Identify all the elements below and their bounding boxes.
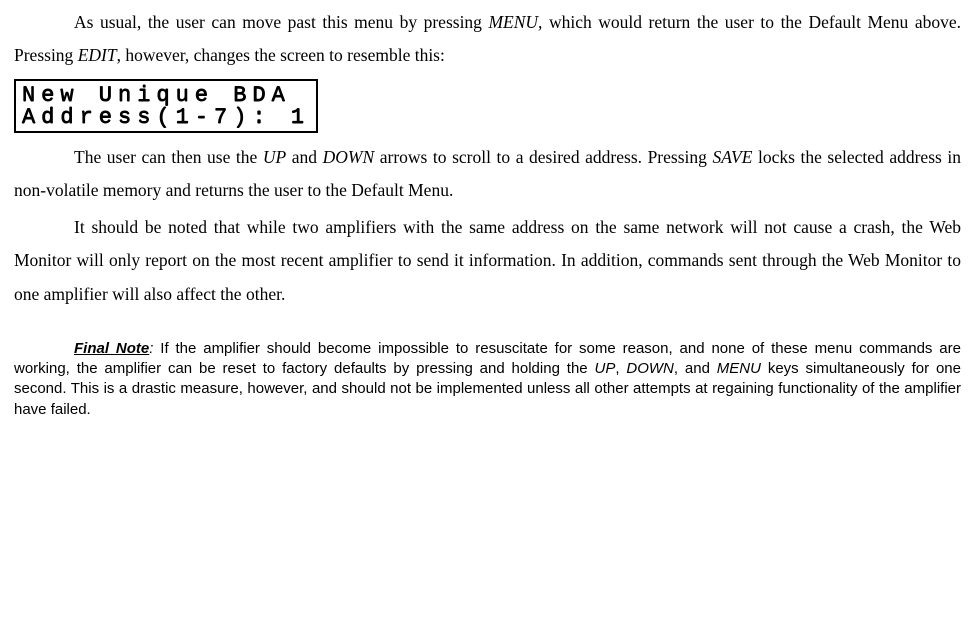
key-down: DOWN — [323, 147, 375, 167]
paragraph-2: The user can then use the UP and DOWN ar… — [14, 141, 961, 208]
key-save: SAVE — [712, 147, 752, 167]
text: As usual, the user can move past this me… — [74, 12, 488, 32]
final-note-label: Final Note — [74, 340, 149, 357]
lcd-screen: New Unique BDA Address(1-7): 1 — [14, 79, 318, 133]
text: The user can then use the — [74, 147, 263, 167]
final-note: Final Note: If the amplifier should beco… — [14, 339, 961, 420]
text: , — [615, 360, 626, 377]
lcd-line-1: New Unique BDA — [22, 85, 310, 107]
text: It should be noted that while two amplif… — [14, 217, 961, 304]
key-menu: MENU — [717, 360, 761, 377]
key-up: UP — [263, 147, 286, 167]
key-up: UP — [595, 360, 616, 377]
key-menu: MENU — [488, 12, 538, 32]
text: , however, changes the screen to resembl… — [117, 45, 445, 65]
text: and — [286, 147, 322, 167]
text: , and — [674, 360, 717, 377]
key-down: DOWN — [626, 360, 674, 377]
paragraph-1: As usual, the user can move past this me… — [14, 6, 961, 73]
lcd-line-2: Address(1-7): 1 — [22, 107, 310, 129]
paragraph-3: It should be noted that while two amplif… — [14, 211, 961, 311]
key-edit: EDIT — [78, 45, 117, 65]
text: arrows to scroll to a desired address. P… — [374, 147, 712, 167]
